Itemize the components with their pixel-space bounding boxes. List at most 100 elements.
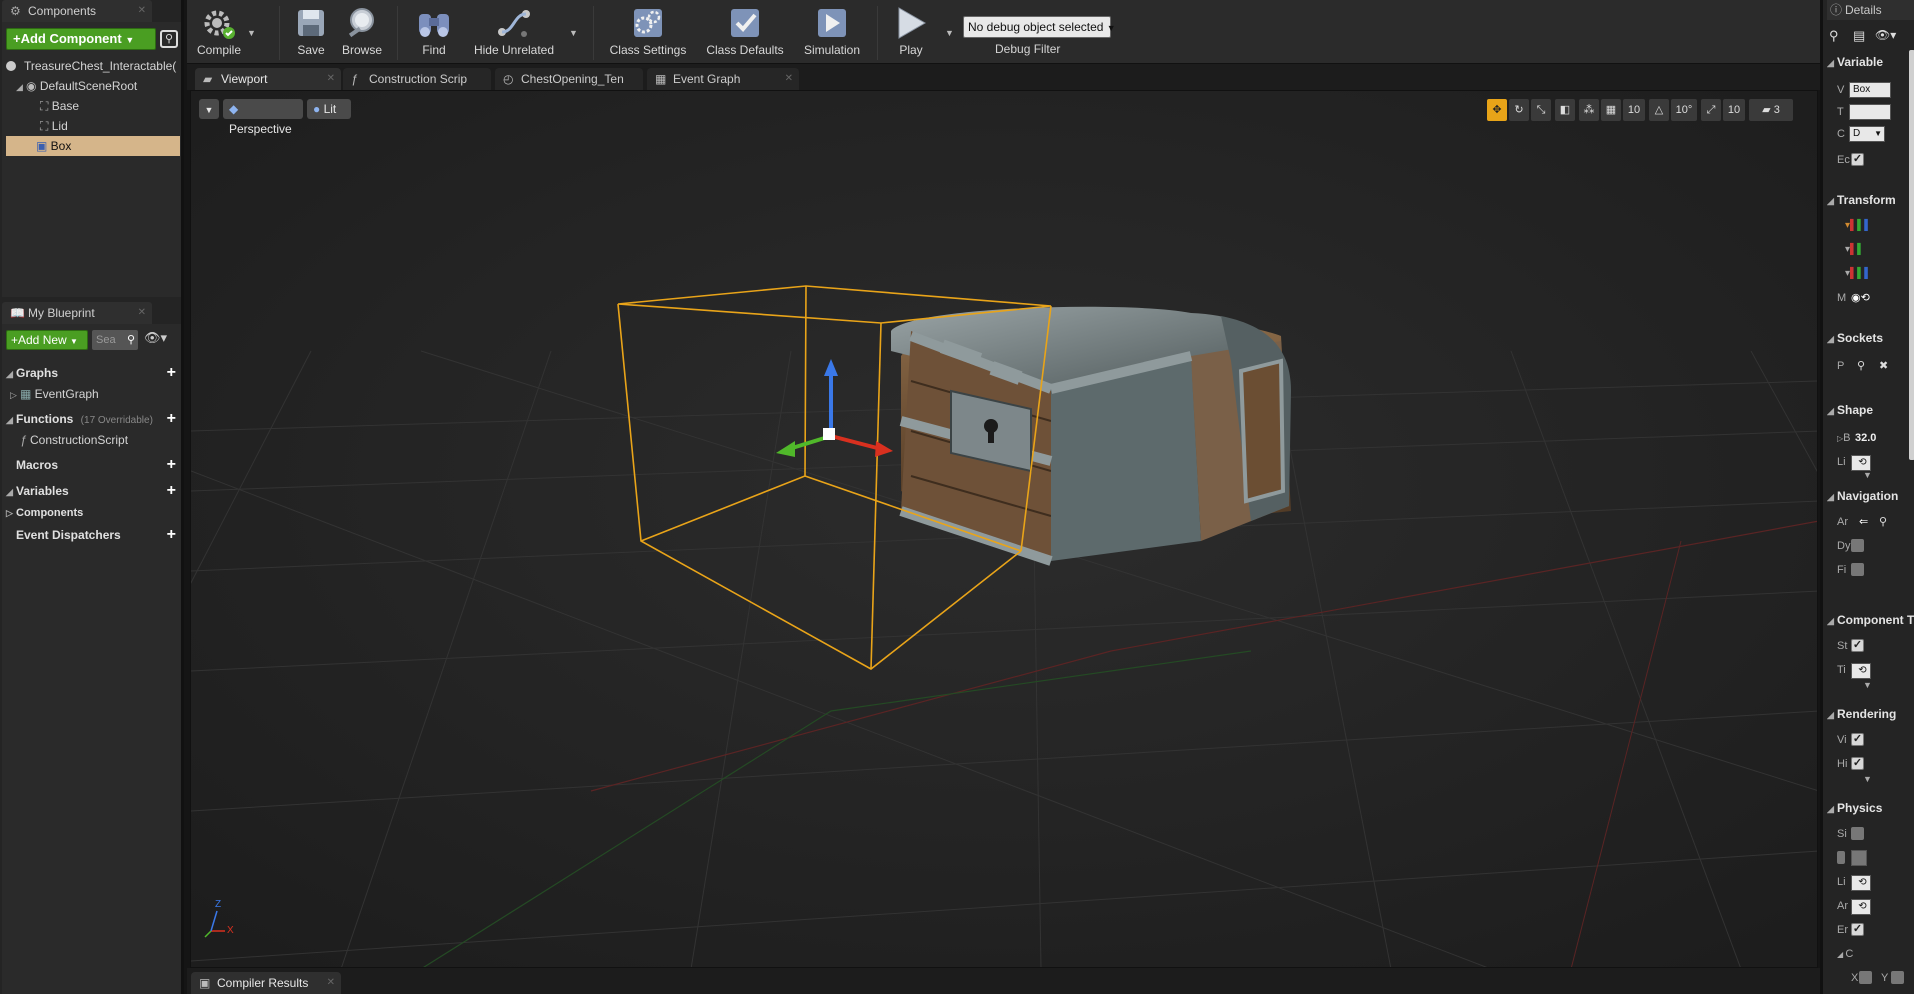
transform-section[interactable]: ◢ Transform	[1827, 190, 1914, 210]
property-matrix-icon[interactable]: ▤	[1853, 28, 1865, 44]
scale-snap-value[interactable]: 10	[1723, 99, 1745, 121]
eye-icon[interactable]: 👁▾	[1875, 28, 1896, 42]
component-tick-section[interactable]: ◢ Component T	[1827, 610, 1914, 630]
select-mode-icon[interactable]: ✥	[1487, 99, 1507, 121]
expand-more-icon[interactable]: ▼	[1863, 680, 1872, 690]
scale-mode-icon[interactable]: ⤡	[1531, 99, 1551, 121]
close-icon[interactable]: ✕	[138, 0, 146, 22]
graphs-category[interactable]: ◢ Graphs +	[6, 362, 182, 384]
hide-unrelated-options-dropdown[interactable]: ▼	[569, 28, 578, 38]
tab-event-graph[interactable]: ▦ Event Graph ✕	[647, 68, 799, 90]
add-event-dispatcher-icon[interactable]: +	[167, 524, 176, 546]
collapse-triangle-icon[interactable]: ◢	[1827, 705, 1837, 724]
viewport-3d[interactable]: X Z ▼ ◆ Perspective ● Lit ✥ ↻ ⤡ ◧ ⁂ ▦ 10…	[190, 90, 1818, 968]
lock-x-checkbox[interactable]	[1859, 971, 1872, 984]
variable-section[interactable]: ◢ Variable	[1827, 52, 1914, 72]
add-function-icon[interactable]: +	[167, 408, 176, 430]
start-with-tick-checkbox[interactable]: ✓	[1851, 639, 1864, 652]
variables-category[interactable]: ◢ Variables +	[6, 480, 182, 502]
add-macro-icon[interactable]: +	[167, 454, 176, 476]
physics-section[interactable]: ◢ Physics	[1827, 798, 1914, 818]
mass-field[interactable]	[1851, 850, 1867, 866]
scale-snap-icon[interactable]: ⤢	[1701, 99, 1721, 121]
play-button[interactable]: Play	[887, 4, 935, 62]
simulation-button[interactable]: Simulation	[797, 4, 867, 62]
compile-button[interactable]: Compile	[193, 4, 245, 62]
mass-override-checkbox[interactable]	[1837, 851, 1845, 864]
shape-section[interactable]: ◢ Shape	[1827, 400, 1914, 420]
event-dispatchers-category[interactable]: Event Dispatchers +	[6, 524, 182, 546]
tab-construction-script[interactable]: ƒ Construction Scrip	[343, 68, 491, 90]
components-tab[interactable]: ⚙ Components ✕	[2, 0, 152, 22]
treasure-chest-mesh[interactable]	[891, 306, 1291, 566]
collapse-triangle-icon[interactable]: ◢	[1827, 611, 1837, 630]
tab-chest-opening-timeline[interactable]: ◴ ChestOpening_Ten	[495, 68, 643, 90]
reset-icon[interactable]: ⟲	[1851, 455, 1871, 471]
rendering-section[interactable]: ◢ Rendering	[1827, 704, 1914, 724]
tab-compiler-results[interactable]: ▣ Compiler Results ✕	[191, 972, 341, 994]
collapse-triangle-icon[interactable]: ◢	[1827, 191, 1837, 210]
reset-icon[interactable]: ⟲	[1851, 899, 1871, 915]
macros-category[interactable]: Macros +	[6, 454, 182, 476]
close-icon[interactable]: ✕	[327, 972, 335, 994]
simulate-physics-checkbox[interactable]	[1851, 827, 1864, 840]
construction-script-item[interactable]: ƒ ConstructionScript	[6, 430, 182, 450]
expand-more-icon[interactable]: ▼	[1863, 470, 1872, 480]
rotation-row-icons[interactable]: ▾▌▌	[1845, 244, 1864, 255]
viewport-scene[interactable]	[191, 91, 1818, 968]
lock-y-checkbox[interactable]	[1891, 971, 1904, 984]
reset-icon[interactable]: ⟲	[1851, 663, 1871, 679]
components-category[interactable]: ▷ Components	[6, 502, 182, 524]
add-graph-icon[interactable]: +	[167, 362, 176, 384]
world-local-icon[interactable]: ◧	[1555, 99, 1575, 121]
root-component-item[interactable]: TreasureChest_Interactable(	[6, 56, 181, 76]
rotate-mode-icon[interactable]: ↻	[1509, 99, 1529, 121]
hide-unrelated-button[interactable]: Hide Unrelated	[469, 4, 559, 62]
collapse-triangle-icon[interactable]: ◢	[6, 409, 16, 431]
functions-category[interactable]: ◢ Functions (17 Overridable) +	[6, 408, 182, 430]
dynamic-obstacle-checkbox[interactable]	[1851, 539, 1864, 552]
rotation-snap-icon[interactable]: △	[1649, 99, 1669, 121]
fill-collision-checkbox[interactable]	[1851, 563, 1864, 576]
play-options-dropdown[interactable]: ▼	[945, 28, 954, 38]
add-component-button[interactable]: +Add Component ▼	[6, 28, 156, 50]
collapse-triangle-icon[interactable]: ◢	[1827, 401, 1837, 420]
hidden-in-game-checkbox[interactable]: ✓	[1851, 757, 1864, 770]
surface-snap-icon[interactable]: ⁂	[1579, 99, 1599, 121]
expand-more-icon[interactable]: ▼	[1863, 774, 1872, 784]
location-row-icons[interactable]: ▾▌▌▌	[1845, 220, 1871, 231]
search-input[interactable]: Sea ⚲	[92, 330, 138, 350]
lit-mode-button[interactable]: ● Lit	[307, 99, 351, 119]
class-settings-button[interactable]: Class Settings	[607, 4, 689, 62]
tree-item-lid[interactable]: ⛶ Lid	[40, 116, 180, 136]
collapse-triangle-icon[interactable]: ◢	[6, 481, 16, 503]
box-extent-value[interactable]: 32.0	[1855, 428, 1876, 448]
close-icon[interactable]: ✕	[785, 68, 793, 90]
close-icon[interactable]: ✕	[138, 302, 146, 324]
details-tab[interactable]: ⓘ Details	[1827, 0, 1914, 20]
enable-gravity-checkbox[interactable]: ✓	[1851, 923, 1864, 936]
mobility-toggle-icon[interactable]: ◉⟲	[1851, 288, 1870, 308]
search-icon[interactable]: ⚲	[127, 330, 135, 350]
search-icon[interactable]: ⚲	[1829, 28, 1839, 44]
tree-item-box[interactable]: ▣ Box	[6, 136, 180, 156]
expand-triangle-icon[interactable]: ▷	[10, 385, 20, 405]
collapse-triangle-icon[interactable]: ◢	[1827, 53, 1837, 72]
my-blueprint-tab[interactable]: 📖 My Blueprint ✕	[2, 302, 152, 324]
variable-name-input[interactable]: Box	[1849, 82, 1891, 98]
event-graph-item[interactable]: ▷ ▦ EventGraph	[6, 384, 182, 404]
editable-checkbox[interactable]: ✓	[1851, 153, 1864, 166]
class-defaults-button[interactable]: Class Defaults	[703, 4, 787, 62]
expand-triangle-icon[interactable]: ▷	[6, 502, 16, 524]
search-icon[interactable]: ⚲	[1879, 512, 1887, 532]
search-icon[interactable]: ⚲	[1857, 356, 1865, 376]
camera-speed-button[interactable]: ▰ 3	[1749, 99, 1793, 121]
browse-button[interactable]: Browse	[337, 4, 387, 62]
navigation-section[interactable]: ◢ Navigation	[1827, 486, 1914, 506]
tree-item-base[interactable]: ⛶ Base	[40, 96, 180, 116]
debug-object-select[interactable]: No debug object selected ▼	[963, 16, 1116, 38]
save-button[interactable]: Save	[291, 4, 331, 62]
category-select[interactable]: D ▼	[1849, 126, 1885, 142]
collapse-triangle-icon[interactable]: ◢	[6, 363, 16, 385]
tree-item-defaultsceneroot[interactable]: ◢ ◉ DefaultSceneRoot	[16, 76, 181, 96]
